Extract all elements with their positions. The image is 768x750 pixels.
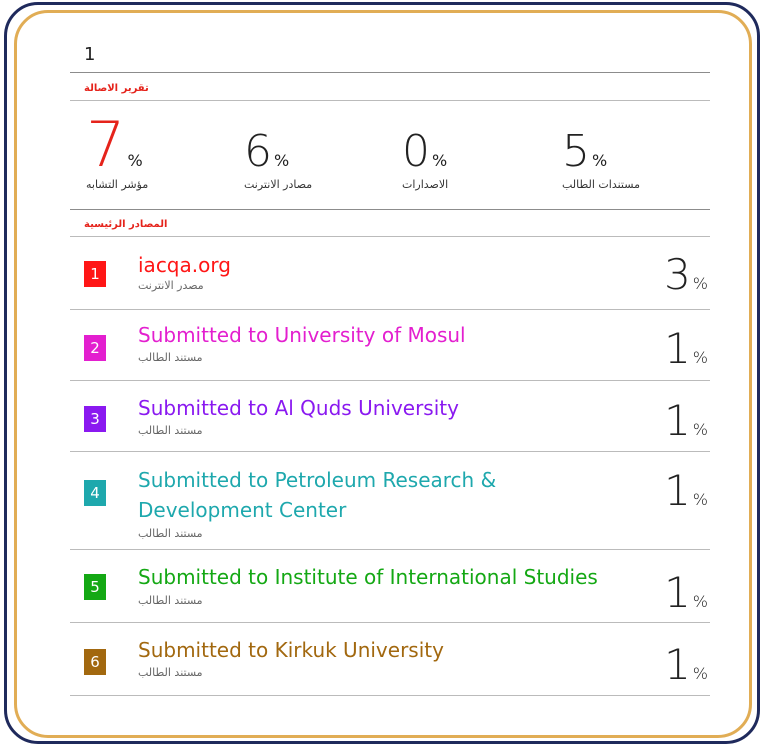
source-percent-value: 3 bbox=[664, 250, 691, 299]
publications-label: الاصدارات bbox=[402, 178, 449, 191]
internet-sources-stat: 6% مصادر الانترنت bbox=[244, 130, 313, 192]
internet-sources-value: 6 bbox=[244, 126, 272, 177]
source-row[interactable]: 1 iacqa.org مصدر الانترنت 3% bbox=[70, 237, 710, 309]
page-number: 1 bbox=[84, 44, 96, 65]
similarity-index-unit: % bbox=[127, 151, 143, 170]
source-percent: 1% bbox=[664, 470, 708, 521]
similarity-index-label: مؤشر التشابه bbox=[86, 178, 149, 191]
divider bbox=[70, 72, 710, 73]
source-index-badge: 3 bbox=[84, 406, 106, 432]
source-row[interactable]: 2 Submitted to University of Mosul مستند… bbox=[70, 310, 710, 380]
source-percent-unit: % bbox=[692, 664, 708, 683]
source-index-badge: 4 bbox=[84, 480, 106, 506]
source-index-badge: 2 bbox=[84, 335, 106, 361]
student-papers-stat: 5% مستندات الطالب bbox=[562, 130, 640, 192]
source-index-badge: 1 bbox=[84, 261, 106, 287]
student-papers-unit: % bbox=[592, 151, 608, 170]
divider bbox=[70, 100, 710, 101]
source-percent-value: 1 bbox=[664, 466, 691, 515]
sources-title: المصادر الرئيسية bbox=[84, 219, 168, 230]
similarity-index-value: 7 bbox=[86, 108, 126, 181]
source-percent-unit: % bbox=[692, 420, 708, 439]
source-type: مستند الطالب bbox=[138, 424, 203, 437]
source-percent-unit: % bbox=[692, 274, 708, 293]
source-title[interactable]: Submitted to University of Mosul bbox=[138, 320, 578, 350]
source-percent: 1% bbox=[664, 644, 708, 695]
source-title[interactable]: iacqa.org bbox=[138, 250, 578, 280]
source-percent-unit: % bbox=[692, 348, 708, 367]
publications-value: 0 bbox=[402, 126, 430, 177]
source-percent-unit: % bbox=[692, 490, 708, 509]
source-title[interactable]: Submitted to Institute of International … bbox=[138, 562, 638, 592]
source-index-badge: 5 bbox=[84, 574, 106, 600]
source-percent: 3% bbox=[664, 254, 708, 305]
source-type: مستند الطالب bbox=[138, 527, 203, 540]
source-percent-value: 1 bbox=[664, 568, 691, 617]
source-row[interactable]: 4 Submitted to Petroleum Research & Deve… bbox=[70, 452, 710, 549]
source-row[interactable]: 5 Submitted to Institute of Internationa… bbox=[70, 550, 710, 622]
source-percent: 1% bbox=[664, 328, 708, 379]
source-percent-unit: % bbox=[692, 592, 708, 611]
source-type: مصدر الانترنت bbox=[138, 279, 204, 292]
source-index-badge: 6 bbox=[84, 649, 106, 675]
source-percent: 1% bbox=[664, 400, 708, 451]
source-title[interactable]: Submitted to Kirkuk University bbox=[138, 635, 578, 665]
source-title[interactable]: Submitted to Petroleum Research & Develo… bbox=[138, 465, 578, 525]
source-percent-value: 1 bbox=[664, 396, 691, 445]
divider bbox=[70, 695, 710, 696]
source-percent-value: 1 bbox=[664, 324, 691, 373]
internet-sources-unit: % bbox=[274, 151, 290, 170]
source-type: مستند الطالب bbox=[138, 594, 203, 607]
similarity-index-stat: 7% مؤشر التشابه bbox=[86, 114, 149, 192]
divider bbox=[70, 209, 710, 210]
source-type: مستند الطالب bbox=[138, 666, 203, 679]
source-percent: 1% bbox=[664, 572, 708, 623]
source-type: مستند الطالب bbox=[138, 351, 203, 364]
publications-stat: 0% الاصدارات bbox=[402, 130, 449, 192]
internet-sources-label: مصادر الانترنت bbox=[244, 178, 313, 191]
publications-unit: % bbox=[432, 151, 448, 170]
student-papers-label: مستندات الطالب bbox=[562, 178, 640, 191]
source-row[interactable]: 3 Submitted to Al Quds University مستند … bbox=[70, 381, 710, 451]
source-percent-value: 1 bbox=[664, 640, 691, 689]
report-title: تقرير الاصالة bbox=[84, 83, 149, 94]
source-title[interactable]: Submitted to Al Quds University bbox=[138, 393, 578, 423]
student-papers-value: 5 bbox=[562, 126, 590, 177]
source-row[interactable]: 6 Submitted to Kirkuk University مستند ا… bbox=[70, 623, 710, 695]
